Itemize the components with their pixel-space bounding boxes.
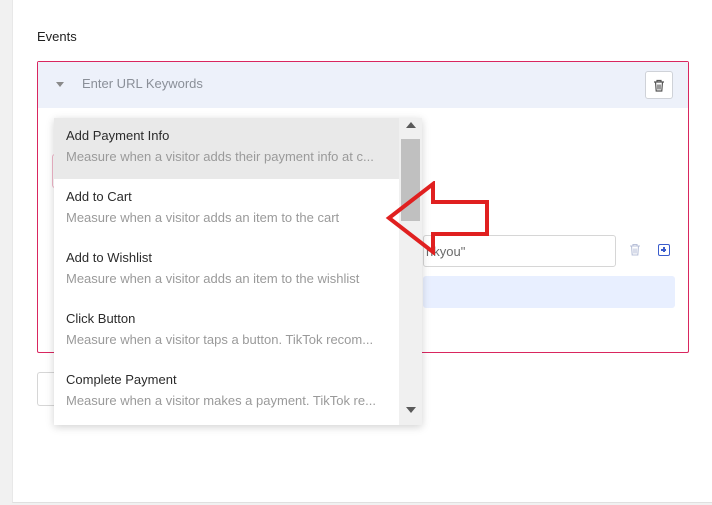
dropdown-scrollbar[interactable] [399,118,422,425]
caret-down-icon[interactable] [56,82,64,87]
option-description: Measure when a visitor adds their paymen… [66,149,374,164]
scroll-up-icon[interactable] [406,122,416,128]
add-condition-bar[interactable] [423,276,675,308]
option-description: Measure when a visitor makes a payment. … [66,393,376,408]
option-description: Measure when a visitor adds an item to t… [66,210,340,225]
delete-event-button[interactable] [645,71,673,99]
trash-icon[interactable] [629,243,641,256]
event-type-dropdown: Add Payment Info Measure when a visitor … [54,118,422,425]
option-title: Add to Wishlist [66,250,152,265]
option-title: Complete Payment [66,372,177,387]
option-title: Click Button [66,311,136,326]
option-add-to-wishlist[interactable]: Add to Wishlist Measure when a visitor a… [54,240,399,301]
option-title: Add to Cart [66,189,132,204]
option-title: Add Payment Info [66,128,170,143]
option-complete-payment[interactable]: Complete Payment Measure when a visitor … [54,362,399,423]
option-click-button[interactable]: Click Button Measure when a visitor taps… [54,301,399,362]
trash-icon [654,79,664,92]
option-add-payment-info[interactable]: Add Payment Info Measure when a visitor … [54,118,399,179]
plus-square-icon[interactable] [658,244,670,256]
option-description: Measure when a visitor taps a button. Ti… [66,332,374,347]
option-description: Measure when a visitor adds an item to t… [66,271,360,286]
section-title: Events [37,29,77,44]
event-header: Enter URL Keywords [38,62,688,108]
option-add-to-cart[interactable]: Add to Cart Measure when a visitor adds … [54,179,399,240]
scroll-down-icon[interactable] [406,407,416,413]
url-keywords-input[interactable]: Enter URL Keywords [82,76,203,91]
left-arrow-annotation-icon [385,181,489,255]
